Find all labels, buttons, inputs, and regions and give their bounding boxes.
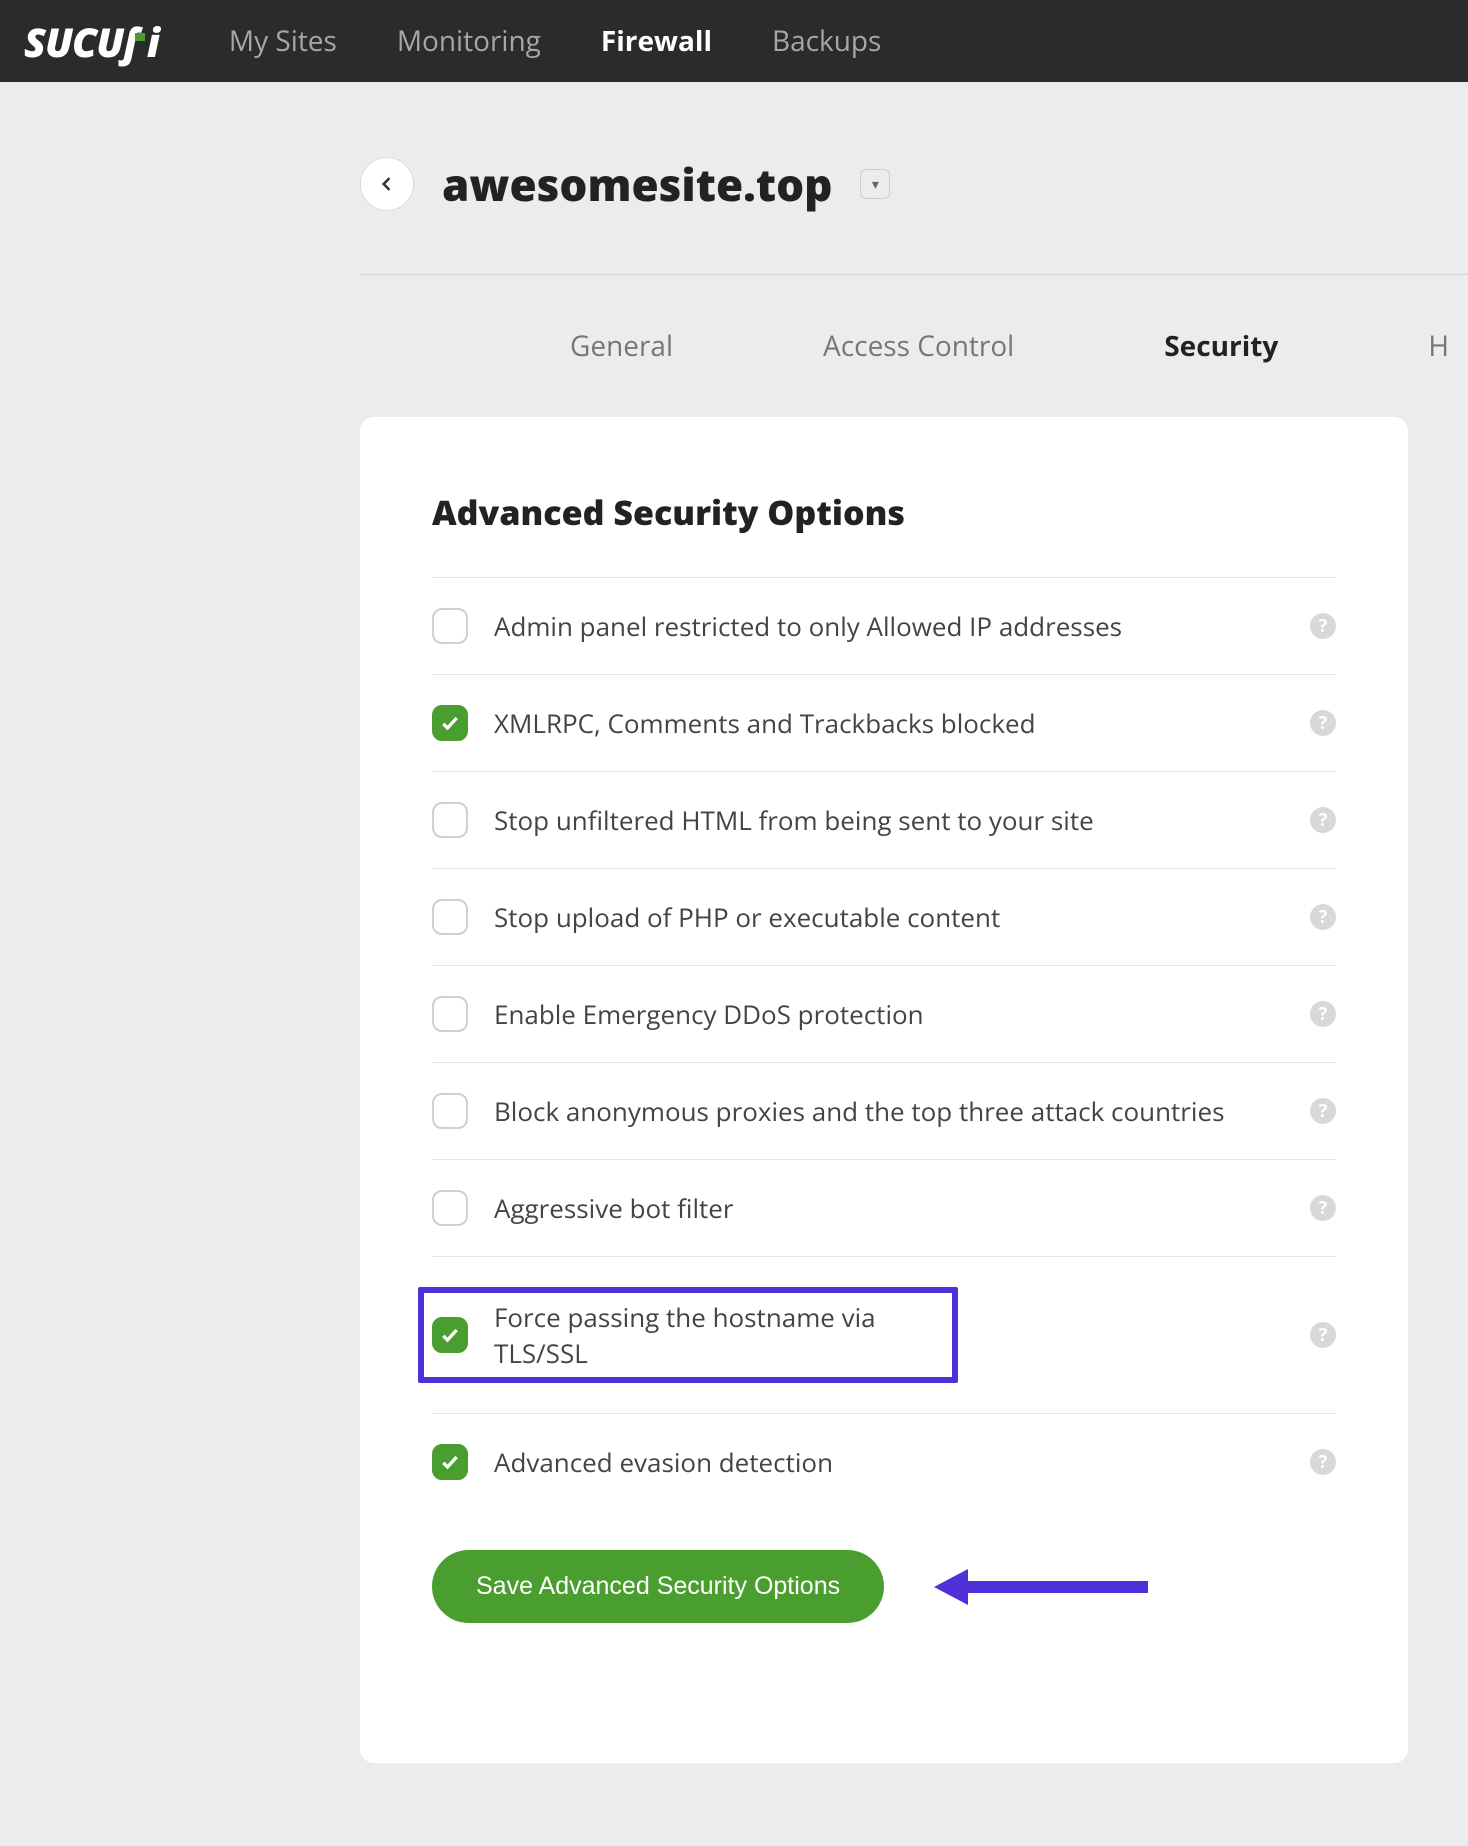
option-row: Stop upload of PHP or executable content… (432, 868, 1336, 965)
option-row: XMLRPC, Comments and Trackbacks blocked? (432, 674, 1336, 771)
option-label: Block anonymous proxies and the top thre… (494, 1093, 1310, 1129)
nav-monitoring[interactable]: Monitoring (397, 22, 541, 60)
help-icon[interactable]: ? (1310, 1322, 1336, 1348)
option-row: Admin panel restricted to only Allowed I… (432, 577, 1336, 674)
option-label: Stop upload of PHP or executable content (494, 899, 1310, 935)
option-row: Aggressive bot filter? (432, 1159, 1336, 1256)
nav-firewall[interactable]: Firewall (601, 22, 712, 60)
tab-general[interactable]: General (570, 327, 673, 365)
top-nav: SUCUſi My Sites Monitoring Firewall Back… (0, 0, 1468, 82)
nav-items: My Sites Monitoring Firewall Backups (229, 22, 882, 60)
help-icon[interactable]: ? (1310, 710, 1336, 736)
site-title: awesomesite.top (442, 154, 832, 214)
option-label: Aggressive bot filter (494, 1190, 1310, 1226)
option-row: Stop unfiltered HTML from being sent to … (432, 771, 1336, 868)
option-checkbox[interactable] (432, 899, 468, 935)
help-icon[interactable]: ? (1310, 1195, 1336, 1221)
option-label: Advanced evasion detection (494, 1444, 1310, 1480)
back-button[interactable] (360, 157, 414, 211)
option-checkbox[interactable] (432, 1190, 468, 1226)
chevron-down-icon: ▾ (872, 175, 879, 194)
option-row: Advanced evasion detection? (432, 1413, 1336, 1510)
option-checkbox[interactable] (432, 1444, 468, 1480)
help-icon[interactable]: ? (1310, 807, 1336, 833)
help-icon[interactable]: ? (1310, 904, 1336, 930)
option-checkbox[interactable] (432, 1317, 468, 1353)
help-icon[interactable]: ? (1310, 1449, 1336, 1475)
option-row: Block anonymous proxies and the top thre… (432, 1062, 1336, 1159)
option-label: Admin panel restricted to only Allowed I… (494, 608, 1310, 644)
option-label: XMLRPC, Comments and Trackbacks blocked (494, 705, 1310, 741)
option-label: Enable Emergency DDoS protection (494, 996, 1310, 1032)
help-icon[interactable]: ? (1310, 1001, 1336, 1027)
arrow-shaft-icon (968, 1581, 1148, 1593)
site-header: awesomesite.top ▾ (360, 82, 1468, 275)
site-switcher-dropdown[interactable]: ▾ (860, 169, 890, 199)
help-icon[interactable]: ? (1310, 1098, 1336, 1124)
nav-backups[interactable]: Backups (772, 22, 881, 60)
option-checkbox[interactable] (432, 1093, 468, 1129)
option-checkbox[interactable] (432, 996, 468, 1032)
option-checkbox[interactable] (432, 705, 468, 741)
option-label: Stop unfiltered HTML from being sent to … (494, 802, 1310, 838)
annotation-arrow (934, 1569, 1148, 1605)
brand-accent-icon (135, 33, 145, 41)
save-row: Save Advanced Security Options (432, 1550, 1336, 1623)
arrow-head-icon (934, 1569, 968, 1605)
nav-my-sites[interactable]: My Sites (229, 22, 337, 60)
security-options-card: Advanced Security Options Admin panel re… (360, 417, 1408, 1763)
tab-security[interactable]: Security (1164, 327, 1278, 365)
section-tabs: General Access Control Security H (360, 275, 1468, 417)
option-label: Force passing the hostname via TLS/SSL (494, 1299, 944, 1371)
option-checkbox[interactable] (432, 608, 468, 644)
tab-access-control[interactable]: Access Control (823, 327, 1014, 365)
option-checkbox[interactable] (432, 802, 468, 838)
panel-title: Advanced Security Options (432, 489, 1336, 535)
help-icon[interactable]: ? (1310, 613, 1336, 639)
option-row: Enable Emergency DDoS protection? (432, 965, 1336, 1062)
tab-https-ssl[interactable]: H (1428, 327, 1449, 365)
brand-logo[interactable]: SUCUſi (24, 14, 159, 69)
annotation-highlight: Force passing the hostname via TLS/SSL (418, 1287, 958, 1383)
save-button[interactable]: Save Advanced Security Options (432, 1550, 884, 1623)
brand-logo-text: SUCUſi (24, 14, 159, 69)
arrow-left-icon (377, 166, 397, 202)
option-row: Force passing the hostname via TLS/SSL? (432, 1256, 1336, 1413)
